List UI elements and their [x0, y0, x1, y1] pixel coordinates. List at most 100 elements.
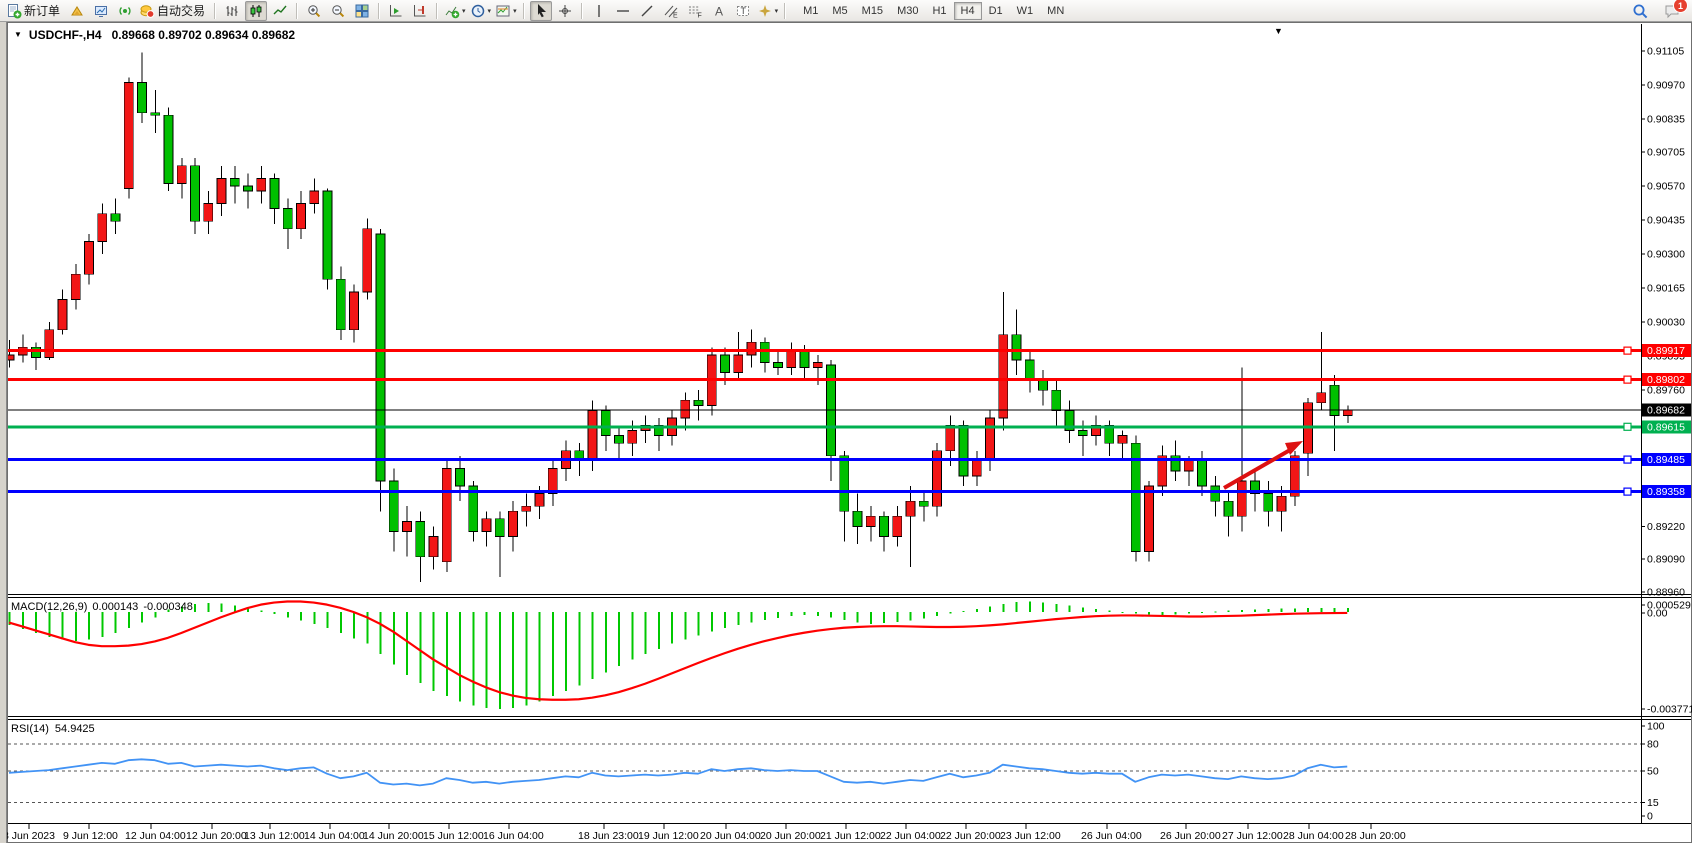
- bear-candle: [1330, 385, 1339, 415]
- price-axis-label: 0.90165: [1647, 283, 1685, 295]
- chart-canvas: 0.911050.909700.908350.907050.905700.904…: [0, 22, 1692, 843]
- bull-candle: [257, 178, 266, 191]
- price-badge-label: 0.89358: [1647, 486, 1685, 498]
- macd-main-value: 0.000143: [92, 601, 138, 613]
- chevron-down-icon[interactable]: ▼: [14, 30, 22, 39]
- dropdown-caret-icon[interactable]: ▾: [775, 7, 779, 15]
- bull-candle: [1237, 481, 1246, 516]
- timeframe-button-m30[interactable]: M30: [890, 2, 925, 20]
- bull-candle: [535, 494, 544, 507]
- bear-candle: [694, 400, 703, 405]
- bear-candle: [230, 178, 239, 186]
- trendline-button[interactable]: [636, 1, 658, 21]
- chart-shift-button[interactable]: [409, 1, 431, 21]
- timeframe-button-d1[interactable]: D1: [982, 2, 1010, 20]
- timeframe-button-m15[interactable]: M15: [855, 2, 890, 20]
- bear-candle: [336, 279, 345, 329]
- bull-candle: [442, 468, 451, 561]
- window-menu-caret-icon[interactable]: ▼: [1274, 26, 1283, 36]
- bull-candle: [1145, 486, 1154, 552]
- vertical-line-button[interactable]: [588, 1, 610, 21]
- bear-candle: [151, 113, 160, 116]
- svg-text:A: A: [715, 4, 723, 18]
- text-button[interactable]: A: [708, 1, 730, 21]
- timeframe-button-mn[interactable]: MN: [1040, 2, 1071, 20]
- bear-candle: [164, 115, 173, 183]
- dropdown-caret-icon[interactable]: ▾: [513, 7, 517, 15]
- price-badge-label: 0.89682: [1647, 404, 1685, 416]
- svg-text:F: F: [697, 12, 701, 19]
- bull-candle: [1343, 410, 1352, 416]
- market-watch-icon: [93, 3, 109, 19]
- price-badge-label: 0.89615: [1647, 421, 1685, 433]
- time-axis-label: 16 Jun 04:00: [483, 830, 544, 842]
- dropdown-caret-icon[interactable]: ▾: [488, 7, 492, 15]
- timeframe-button-h1[interactable]: H1: [925, 2, 953, 20]
- toolbar-separator: [581, 3, 583, 19]
- notifications-button[interactable]: 1: [1661, 1, 1683, 21]
- level-line-handle[interactable]: [1624, 347, 1631, 354]
- tile-windows-button[interactable]: [351, 1, 373, 21]
- level-line-handle[interactable]: [1624, 376, 1631, 383]
- level-line-handle[interactable]: [1624, 488, 1631, 495]
- bull-candle: [999, 335, 1008, 418]
- new-chart-button[interactable]: [66, 1, 88, 21]
- time-axis-label: 28 Jun 04:00: [1283, 830, 1344, 842]
- bull-candle: [1277, 496, 1286, 511]
- cursor-button[interactable]: [530, 1, 552, 21]
- price-axis-label: 0.90570: [1647, 180, 1685, 192]
- signals-button[interactable]: [114, 1, 136, 21]
- timeframe-group: M1M5M15M30H1H4D1W1MN: [796, 2, 1071, 20]
- text-label-button[interactable]: T: [732, 1, 754, 21]
- timeframe-button-h4[interactable]: H4: [954, 2, 982, 20]
- time-axis-label: 15 Jun 12:00: [423, 830, 484, 842]
- level-line-handle[interactable]: [1624, 456, 1631, 463]
- periods-button[interactable]: ▾: [469, 1, 493, 21]
- market-watch-button[interactable]: [90, 1, 112, 21]
- timeframe-button-m5[interactable]: M5: [825, 2, 854, 20]
- timeframe-button-m1[interactable]: M1: [796, 2, 825, 20]
- indicators-button[interactable]: ▾: [443, 1, 467, 21]
- bar-chart-button[interactable]: [221, 1, 243, 21]
- fibonacci-button[interactable]: F: [684, 1, 706, 21]
- equidistant-channel-button[interactable]: E: [660, 1, 682, 21]
- vertical-line-icon: [591, 3, 607, 19]
- bull-candle: [1317, 393, 1326, 403]
- trendline-icon: [639, 3, 655, 19]
- auto-scroll-icon: [388, 3, 404, 19]
- arrows-button[interactable]: ▾: [756, 1, 780, 21]
- bear-candle: [919, 501, 928, 506]
- bull-candle: [734, 355, 743, 373]
- candlestick-chart-button[interactable]: [245, 1, 267, 21]
- bear-candle: [721, 355, 730, 373]
- bull-candle: [429, 537, 438, 557]
- rsi-label: RSI(14): [11, 723, 49, 735]
- search-button[interactable]: [1629, 1, 1651, 21]
- bull-candle: [946, 426, 955, 451]
- level-line-handle[interactable]: [1624, 423, 1631, 430]
- autotrading-button-label: 自动交易: [157, 2, 205, 19]
- bull-candle: [1118, 436, 1127, 444]
- new-order-button[interactable]: 新订单: [5, 1, 64, 21]
- dropdown-caret-icon[interactable]: ▾: [462, 7, 466, 15]
- bear-candle: [1078, 431, 1087, 436]
- timeframe-button-w1[interactable]: W1: [1010, 2, 1041, 20]
- time-axis-label: 22 Jun 20:00: [940, 830, 1001, 842]
- macd-signal-value: -0.000348: [143, 601, 193, 613]
- rsi-line: [9, 759, 1347, 785]
- horizontal-line-button[interactable]: [612, 1, 634, 21]
- bull-candle: [71, 274, 80, 299]
- auto-scroll-button[interactable]: [385, 1, 407, 21]
- signals-icon: [117, 3, 133, 19]
- macd-label: MACD(12,26,9): [11, 601, 87, 613]
- line-chart-button[interactable]: [269, 1, 291, 21]
- tile-windows-icon: [354, 3, 370, 19]
- zoom-out-button[interactable]: [327, 1, 349, 21]
- zoom-in-button[interactable]: [303, 1, 325, 21]
- crosshair-button[interactable]: [554, 1, 576, 21]
- autotrading-button[interactable]: 自动交易: [138, 1, 209, 21]
- bear-candle: [495, 519, 504, 537]
- search-icon: [1631, 2, 1649, 20]
- bull-candle: [310, 191, 319, 204]
- templates-button[interactable]: ▾: [494, 1, 518, 21]
